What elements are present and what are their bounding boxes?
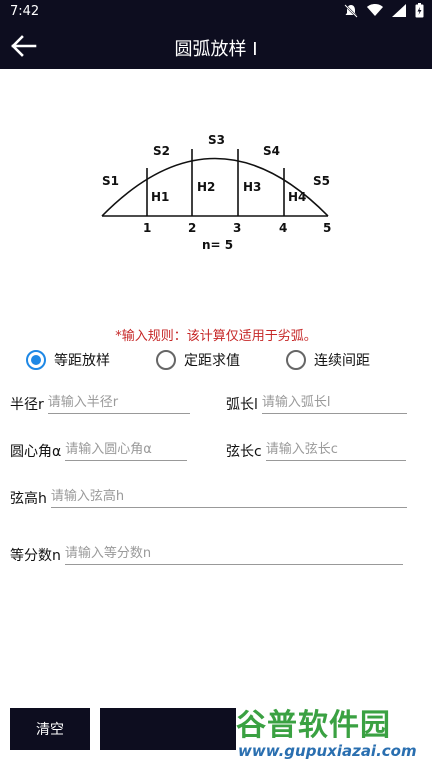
point-label: 4 xyxy=(279,221,287,235)
central-angle-input[interactable] xyxy=(65,440,188,461)
divisions-label: 等分数n xyxy=(10,548,61,564)
battery-icon xyxy=(415,3,424,18)
watermark-name: 谷普软件园 xyxy=(236,708,391,743)
calculate-button[interactable] xyxy=(100,708,250,750)
status-icons xyxy=(344,3,424,18)
radio-label: 等距放样 xyxy=(54,353,110,369)
divisions-input[interactable] xyxy=(64,544,403,565)
point-label: 3 xyxy=(233,221,241,235)
radio-selected-icon xyxy=(26,350,46,370)
wifi-icon xyxy=(367,4,383,16)
radio-label: 定距求值 xyxy=(184,353,240,369)
segment-label: S5 xyxy=(313,174,330,188)
signal-icon xyxy=(392,4,406,17)
chord-height-input[interactable] xyxy=(50,487,407,508)
point-label: 5 xyxy=(323,221,331,235)
mute-icon xyxy=(344,3,358,18)
radius-label: 半径r xyxy=(10,397,44,413)
watermark-url: www.gupuxiazai.com xyxy=(238,742,417,760)
divisions-field: 等分数n xyxy=(10,544,403,565)
height-label: H2 xyxy=(197,180,215,194)
chord-length-field: 弦长c xyxy=(226,440,406,461)
clear-button[interactable]: 清空 xyxy=(10,708,90,750)
segment-label: S2 xyxy=(153,144,170,158)
height-label: H4 xyxy=(288,190,306,204)
radio-unselected-icon xyxy=(286,350,306,370)
arc-length-label: 弧长l xyxy=(226,397,258,413)
radio-fixed-distance[interactable]: 定距求值 xyxy=(156,350,240,370)
watermark-logo: 谷普软件园 www.gupuxiazai.com xyxy=(236,700,432,768)
chord-height-label: 弦高h xyxy=(10,491,47,507)
chord-length-label: 弦长c xyxy=(226,444,262,460)
radio-equal-spacing[interactable]: 等距放样 xyxy=(26,350,110,370)
segment-label: S1 xyxy=(102,174,119,188)
status-time: 7:42 xyxy=(10,4,40,19)
arc-length-input[interactable] xyxy=(261,393,407,414)
segment-label: S4 xyxy=(263,144,280,158)
mode-radio-group: 等距放样 定距求值 连续间距 xyxy=(26,350,416,374)
radio-continuous-spacing[interactable]: 连续间距 xyxy=(286,350,370,370)
point-label: 2 xyxy=(188,221,196,235)
arc-layout-diagram: S1 S2 S3 S4 S5 H1 H2 H3 H4 1 2 3 4 5 n= … xyxy=(101,133,331,252)
segment-label: S3 xyxy=(208,133,225,147)
app-bar: 圆弧放样 I xyxy=(0,24,432,69)
page-title: 圆弧放样 I xyxy=(174,39,258,60)
central-angle-label: 圆心角α xyxy=(10,444,62,460)
chord-length-input[interactable] xyxy=(265,440,406,461)
height-label: H1 xyxy=(151,190,169,204)
radius-input[interactable] xyxy=(47,393,190,414)
point-label: 1 xyxy=(143,221,151,235)
division-count-label: n= 5 xyxy=(202,238,233,252)
arc-length-field: 弧长l xyxy=(226,393,407,414)
status-bar: 7:42 xyxy=(0,0,432,24)
input-rule-text: *输入规则：该计算仅适用于劣弧。 xyxy=(115,329,317,344)
central-angle-field: 圆心角α xyxy=(10,440,188,461)
radio-unselected-icon xyxy=(156,350,176,370)
chord-height-field: 弦高h xyxy=(10,487,407,508)
radio-label: 连续间距 xyxy=(314,353,370,369)
radius-field: 半径r xyxy=(10,393,190,414)
height-label: H3 xyxy=(243,180,261,194)
